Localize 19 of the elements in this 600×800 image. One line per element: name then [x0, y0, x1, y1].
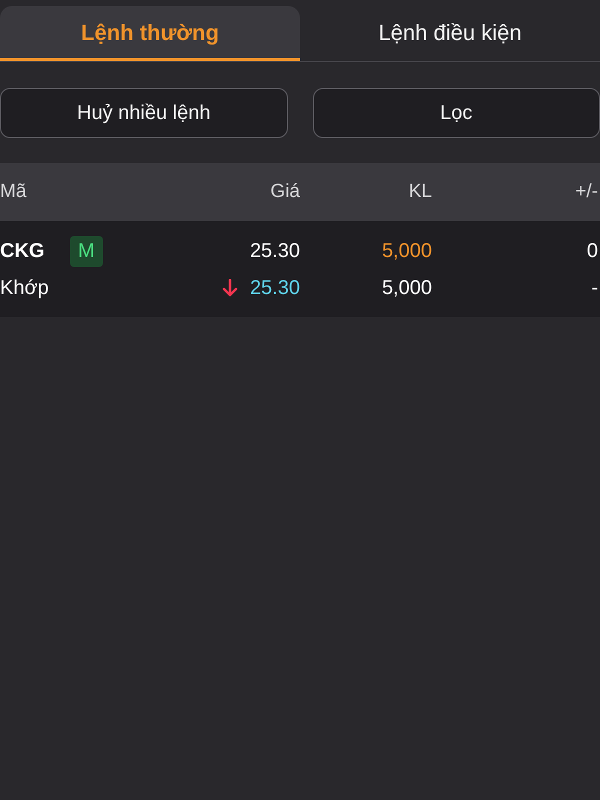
order-status: Khớp: [0, 276, 49, 301]
down-arrow-icon: [222, 279, 238, 297]
table-cell-text: 5,000: [382, 239, 432, 264]
order-row[interactable]: CKG M 25.30 5,000 0 Khớp 25.30 5,000 -: [0, 221, 600, 317]
column-header: Mã: [0, 180, 28, 204]
table-cell-text: 0: [586, 239, 599, 264]
column-header: +/-: [575, 180, 599, 204]
table-cell-text: 25.30: [250, 276, 300, 301]
order-type-badge: M: [70, 236, 103, 266]
table-cell-text: 25.30: [250, 239, 300, 264]
tab[interactable]: Lệnh thường: [0, 6, 300, 61]
stock-symbol: CKG: [0, 239, 46, 264]
table-cell-text: -: [591, 276, 599, 301]
filter-button[interactable]: Lọc: [312, 88, 600, 138]
column-header: Giá: [270, 180, 300, 204]
cancel-orders-button[interactable]: Huỷ nhiều lệnh: [0, 88, 288, 138]
table-cell-text: 5,000: [382, 276, 432, 301]
column-header: KL: [408, 180, 432, 204]
tab[interactable]: Lệnh điều kiện: [300, 6, 600, 61]
